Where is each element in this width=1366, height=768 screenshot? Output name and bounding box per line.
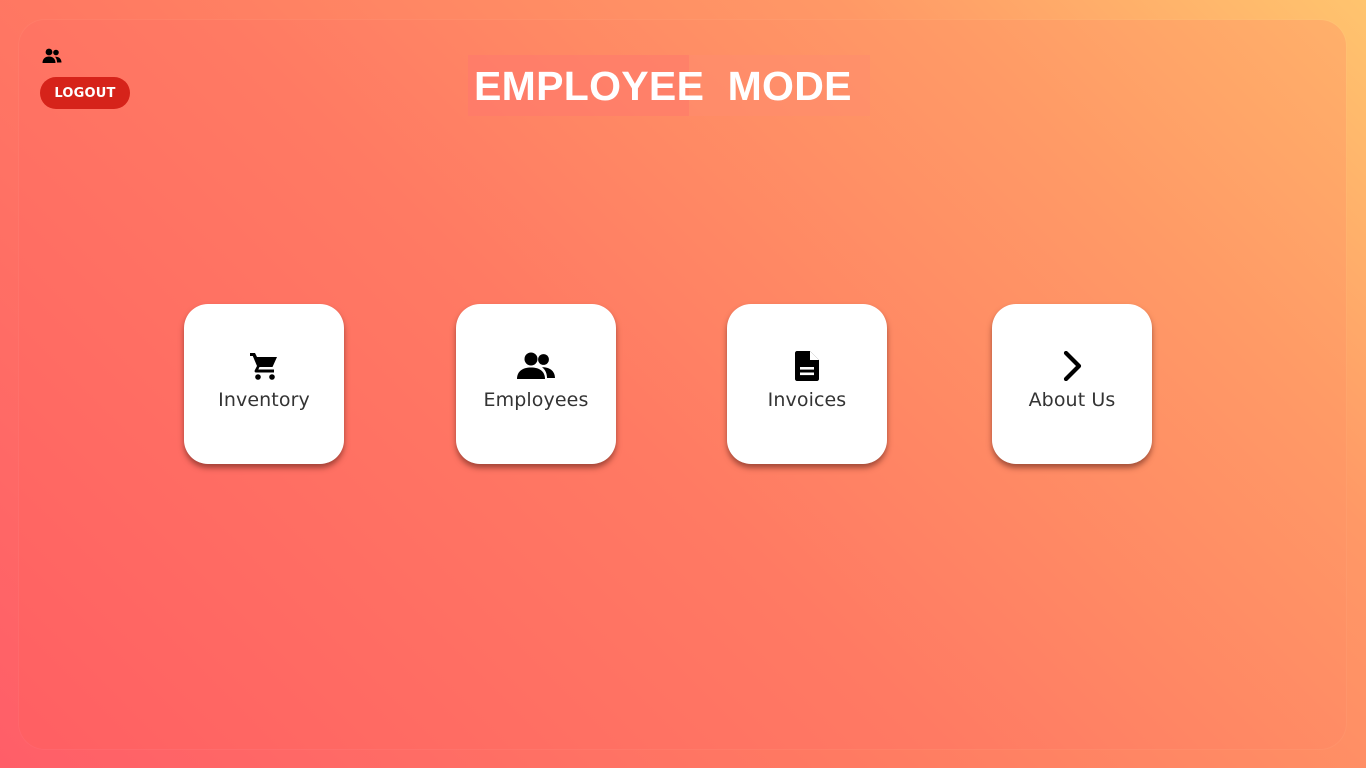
employees-label: Employees bbox=[483, 389, 589, 411]
users-icon bbox=[42, 48, 62, 64]
page-title: EMPLOYEE MODE bbox=[474, 63, 852, 109]
employees-card[interactable]: Employees bbox=[456, 304, 616, 464]
inventory-card[interactable]: Inventory bbox=[184, 304, 344, 464]
invoices-label: Invoices bbox=[767, 389, 847, 411]
inventory-label: Inventory bbox=[218, 389, 310, 411]
about-us-card[interactable]: About Us bbox=[992, 304, 1152, 464]
page-title-block: EMPLOYEE MODE bbox=[468, 55, 870, 116]
chevron-right-icon bbox=[1052, 350, 1092, 382]
invoices-card[interactable]: Invoices bbox=[727, 304, 887, 464]
users-icon bbox=[516, 350, 556, 382]
document-icon bbox=[787, 350, 827, 382]
cart-icon bbox=[244, 350, 284, 382]
about-us-label: About Us bbox=[1028, 389, 1116, 411]
logout-button[interactable]: LOGOUT bbox=[40, 77, 130, 109]
